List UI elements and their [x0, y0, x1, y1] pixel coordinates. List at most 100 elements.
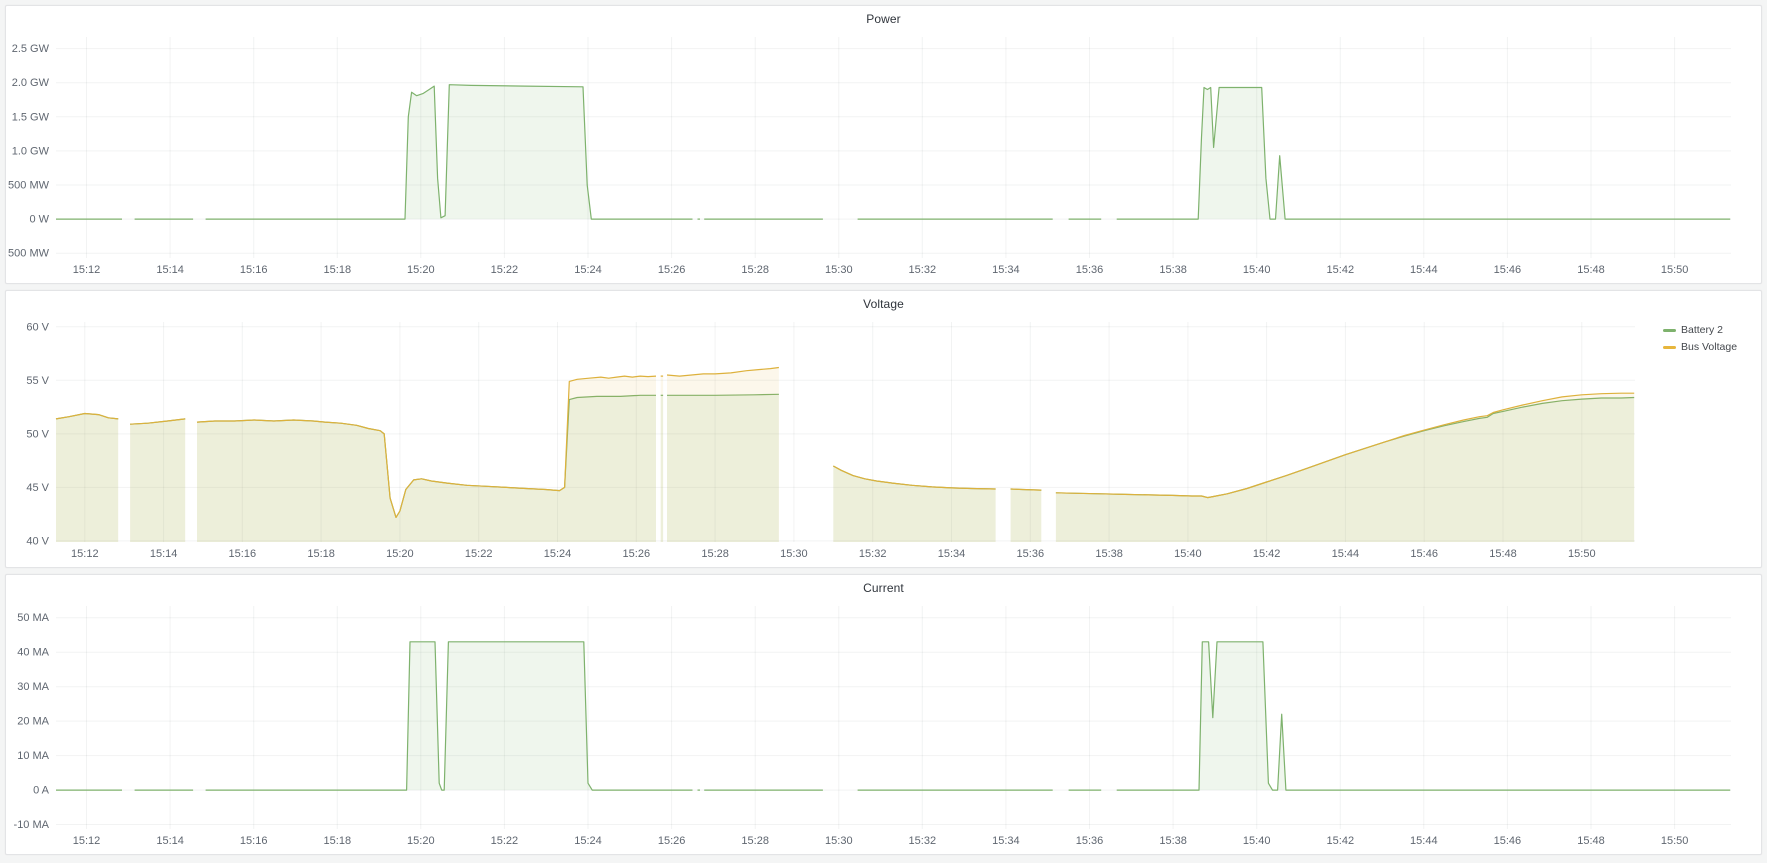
- legend-label: Battery 2: [1681, 323, 1723, 337]
- svg-text:15:38: 15:38: [1159, 264, 1187, 276]
- panel-current: Current 50 MA 40 MA 30 MA 20 MA 10 MA 0 A -10 …: [5, 574, 1762, 855]
- svg-text:50 V: 50 V: [26, 428, 49, 440]
- svg-text:15:50: 15:50: [1661, 835, 1689, 847]
- svg-text:15:36: 15:36: [1076, 835, 1104, 847]
- legend-swatch-icon: [1663, 329, 1676, 332]
- svg-text:15:20: 15:20: [407, 264, 435, 276]
- svg-text:15:22: 15:22: [491, 264, 519, 276]
- svg-text:15:50: 15:50: [1661, 264, 1689, 276]
- svg-text:15:18: 15:18: [307, 548, 335, 560]
- svg-text:15:32: 15:32: [909, 835, 937, 847]
- svg-text:15:24: 15:24: [574, 835, 602, 847]
- svg-text:15:12: 15:12: [71, 548, 99, 560]
- svg-text:15:42: 15:42: [1327, 264, 1355, 276]
- svg-text:15:14: 15:14: [156, 835, 184, 847]
- svg-text:2.0 GW: 2.0 GW: [12, 77, 50, 89]
- svg-text:15:30: 15:30: [825, 835, 853, 847]
- panel-voltage-title: Voltage: [863, 297, 904, 311]
- svg-text:15:22: 15:22: [465, 548, 493, 560]
- voltage-chart[interactable]: 60 V55 V50 V45 V40 V15:1215:1415:1615:18…: [8, 317, 1663, 565]
- svg-text:15:44: 15:44: [1410, 264, 1438, 276]
- svg-text:15:26: 15:26: [623, 548, 651, 560]
- svg-text:15:30: 15:30: [825, 264, 853, 276]
- current-chart[interactable]: 50 MA 40 MA 30 MA 20 MA 10 MA 0 A -10 MA 15:12 1…: [8, 601, 1759, 852]
- legend-swatch-icon: [1663, 346, 1676, 349]
- svg-text:15:38: 15:38: [1159, 835, 1187, 847]
- power-chart[interactable]: 2.5 GW 2.0 GW 1.5 GW 1.0 GW 500 MW 0 W -500 MW…: [8, 32, 1759, 281]
- svg-text:15:24: 15:24: [574, 264, 602, 276]
- svg-text:1.0 GW: 1.0 GW: [12, 145, 50, 157]
- svg-text:40 MA: 40 MA: [17, 647, 49, 659]
- svg-text:20 MA: 20 MA: [17, 716, 49, 728]
- svg-text:15:14: 15:14: [150, 548, 178, 560]
- panel-power-title: Power: [866, 12, 901, 26]
- legend-label: Bus Voltage: [1681, 340, 1737, 354]
- svg-text:10 MA: 10 MA: [17, 750, 49, 762]
- svg-text:-500 MW: -500 MW: [8, 248, 50, 260]
- svg-text:15:48: 15:48: [1577, 835, 1605, 847]
- dashboard: Power 2.5 GW 2.0 GW 1.5 GW 1.0 GW 500 MW 0 W -…: [0, 0, 1767, 860]
- svg-text:15:34: 15:34: [992, 264, 1020, 276]
- svg-text:15:46: 15:46: [1410, 548, 1438, 560]
- svg-text:15:18: 15:18: [324, 264, 352, 276]
- svg-text:0 W: 0 W: [29, 214, 49, 226]
- svg-text:15:44: 15:44: [1332, 548, 1360, 560]
- panel-current-header[interactable]: Current: [6, 575, 1761, 601]
- power-plot-svg: 2.5 GW 2.0 GW 1.5 GW 1.0 GW 500 MW 0 W -500 MW…: [8, 32, 1759, 281]
- panel-current-title: Current: [863, 581, 904, 595]
- svg-text:15:28: 15:28: [701, 548, 729, 560]
- svg-text:15:12: 15:12: [73, 835, 101, 847]
- svg-text:0 A: 0 A: [33, 785, 50, 797]
- svg-text:15:34: 15:34: [992, 835, 1020, 847]
- svg-text:15:50: 15:50: [1568, 548, 1596, 560]
- svg-text:1.5 GW: 1.5 GW: [12, 111, 50, 123]
- panel-power: Power 2.5 GW 2.0 GW 1.5 GW 1.0 GW 500 MW 0 W -…: [5, 5, 1762, 284]
- legend-item-bus-voltage[interactable]: Bus Voltage: [1663, 340, 1759, 354]
- svg-text:15:28: 15:28: [741, 835, 769, 847]
- svg-text:15:36: 15:36: [1076, 264, 1104, 276]
- svg-text:15:26: 15:26: [658, 264, 686, 276]
- svg-text:15:44: 15:44: [1410, 835, 1438, 847]
- svg-text:15:16: 15:16: [240, 835, 268, 847]
- svg-text:15:32: 15:32: [859, 548, 887, 560]
- svg-text:15:34: 15:34: [938, 548, 966, 560]
- svg-text:15:22: 15:22: [491, 835, 519, 847]
- svg-text:15:12: 15:12: [73, 264, 101, 276]
- svg-text:15:40: 15:40: [1243, 835, 1271, 847]
- svg-text:-10 MA: -10 MA: [14, 819, 50, 831]
- svg-text:15:18: 15:18: [324, 835, 352, 847]
- svg-text:55 V: 55 V: [26, 375, 49, 387]
- svg-text:15:20: 15:20: [386, 548, 414, 560]
- svg-text:15:40: 15:40: [1243, 264, 1271, 276]
- svg-text:15:40: 15:40: [1174, 548, 1202, 560]
- svg-text:15:24: 15:24: [544, 548, 572, 560]
- voltage-plot-svg: 60 V55 V50 V45 V40 V15:1215:1415:1615:18…: [8, 317, 1663, 565]
- svg-text:15:42: 15:42: [1253, 548, 1281, 560]
- panel-voltage-header[interactable]: Voltage: [6, 291, 1761, 317]
- svg-text:15:32: 15:32: [909, 264, 937, 276]
- svg-text:15:16: 15:16: [240, 264, 268, 276]
- svg-text:2.5 GW: 2.5 GW: [12, 43, 50, 55]
- svg-text:40 V: 40 V: [26, 535, 49, 547]
- svg-text:45 V: 45 V: [26, 482, 49, 494]
- svg-text:15:46: 15:46: [1494, 835, 1522, 847]
- svg-text:15:28: 15:28: [741, 264, 769, 276]
- svg-text:500 MW: 500 MW: [8, 180, 50, 192]
- svg-text:15:48: 15:48: [1577, 264, 1605, 276]
- voltage-legend: Battery 2 Bus Voltage: [1663, 317, 1759, 565]
- svg-text:60 V: 60 V: [26, 321, 49, 333]
- svg-text:15:20: 15:20: [407, 835, 435, 847]
- legend-item-battery-2[interactable]: Battery 2: [1663, 323, 1759, 337]
- panel-voltage: Voltage 60 V 55 V 50 V 45 V 40 V 15:12 15:14 15…: [5, 290, 1762, 568]
- svg-text:15:48: 15:48: [1489, 548, 1517, 560]
- svg-text:15:14: 15:14: [156, 264, 184, 276]
- svg-text:15:36: 15:36: [1017, 548, 1045, 560]
- svg-text:30 MA: 30 MA: [17, 681, 49, 693]
- svg-text:15:42: 15:42: [1327, 835, 1355, 847]
- current-plot-svg: 50 MA 40 MA 30 MA 20 MA 10 MA 0 A -10 MA 15:12 1…: [8, 601, 1759, 852]
- svg-text:15:26: 15:26: [658, 835, 686, 847]
- panel-power-header[interactable]: Power: [6, 6, 1761, 32]
- svg-text:15:38: 15:38: [1095, 548, 1123, 560]
- svg-text:15:46: 15:46: [1494, 264, 1522, 276]
- svg-text:50 MA: 50 MA: [17, 612, 49, 624]
